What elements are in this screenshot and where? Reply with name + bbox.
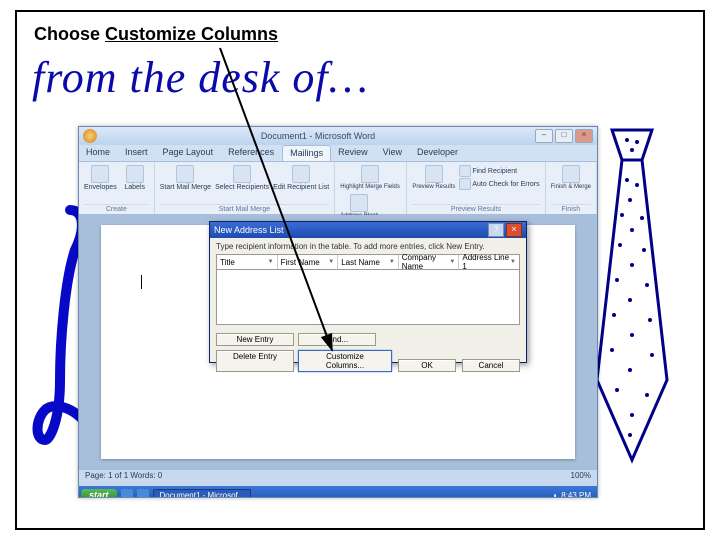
group-label-start-mail-merge: Start Mail Merge — [160, 204, 329, 213]
dropdown-icon: ▼ — [449, 259, 455, 265]
address-grid[interactable] — [216, 270, 520, 325]
auto-check-button[interactable]: Auto Check for Errors — [459, 178, 539, 190]
quicklaunch-icon[interactable] — [137, 489, 149, 498]
status-left: Page: 1 of 1 Words: 0 — [85, 471, 162, 485]
tab-home[interactable]: Home — [79, 145, 118, 161]
labels-button[interactable]: Labels — [121, 165, 149, 191]
finish-merge-button[interactable]: Finish & Merge — [551, 165, 591, 190]
customize-columns-button[interactable]: Customize Columns... — [298, 350, 392, 372]
word-window: Document1 - Microsoft Word – □ × Home In… — [78, 126, 598, 498]
word-titlebar[interactable]: Document1 - Microsoft Word – □ × — [79, 127, 597, 145]
column-first-name[interactable]: First Name▼ — [278, 255, 339, 269]
dropdown-icon: ▼ — [510, 259, 516, 265]
dialog-help-button[interactable]: ? — [488, 223, 504, 237]
envelope-icon — [91, 165, 109, 183]
dialog-title: New Address List — [214, 225, 488, 235]
find-button[interactable]: Find... — [298, 333, 376, 346]
mail-merge-icon — [176, 165, 194, 183]
column-title[interactable]: Title▼ — [217, 255, 278, 269]
edit-recipient-list-button[interactable]: Edit Recipient List — [273, 165, 329, 191]
dropdown-icon: ▼ — [328, 259, 334, 265]
minimize-button[interactable]: – — [535, 129, 553, 143]
ribbon-group-preview: Preview Results Find Recipient Auto Chec… — [407, 162, 545, 214]
cancel-button[interactable]: Cancel — [462, 359, 520, 372]
instruction-prefix: Choose — [34, 24, 105, 44]
system-tray[interactable]: ◐ 8:43 PM — [549, 491, 595, 499]
column-last-name[interactable]: Last Name▼ — [338, 255, 399, 269]
document-area[interactable]: New Address List ? × Type recipient info… — [79, 215, 597, 469]
group-label-finish: Finish — [551, 204, 591, 213]
dialog-titlebar[interactable]: New Address List ? × — [210, 222, 526, 238]
envelopes-button[interactable]: Envelopes — [84, 165, 117, 191]
status-bar: Page: 1 of 1 Words: 0 100% — [79, 469, 597, 486]
start-mail-merge-button[interactable]: Start Mail Merge — [160, 165, 211, 191]
office-button-icon[interactable] — [83, 129, 97, 143]
column-company[interactable]: Company Name▼ — [399, 255, 460, 269]
ribbon-tabs: Home Insert Page Layout References Maili… — [79, 145, 597, 162]
edit-list-icon — [292, 165, 310, 183]
dropdown-icon: ▼ — [389, 259, 395, 265]
preview-icon — [425, 165, 443, 183]
labels-icon — [126, 165, 144, 183]
address-icon — [350, 194, 368, 212]
tab-view[interactable]: View — [376, 145, 410, 161]
instruction-emphasis: Customize Columns — [105, 24, 278, 44]
ribbon-group-create: Envelopes Labels Create — [79, 162, 155, 214]
dropdown-icon: ▼ — [268, 259, 274, 265]
recipients-icon — [233, 165, 251, 183]
new-address-list-dialog: New Address List ? × Type recipient info… — [209, 221, 527, 363]
ok-button[interactable]: OK — [398, 359, 456, 372]
windows-taskbar: start Document1 - Microsof... ◐ 8:43 PM — [79, 486, 597, 498]
tab-references[interactable]: References — [221, 145, 282, 161]
quicklaunch-icon[interactable] — [121, 489, 133, 498]
check-icon — [459, 178, 471, 190]
ribbon-group-write-insert: Highlight Merge Fields Address Block Gre… — [335, 162, 407, 214]
tray-time: 8:43 PM — [561, 491, 591, 499]
desk-banner: from the desk of… — [32, 52, 369, 103]
group-label-preview: Preview Results — [412, 204, 539, 213]
status-zoom[interactable]: 100% — [571, 471, 591, 485]
tab-insert[interactable]: Insert — [118, 145, 156, 161]
finish-icon — [562, 165, 580, 183]
dialog-instruction: Type recipient information in the table.… — [216, 242, 520, 251]
instruction-text: Choose Customize Columns — [34, 24, 278, 45]
column-headers-row: Title▼ First Name▼ Last Name▼ Company Na… — [216, 254, 520, 270]
dialog-close-button[interactable]: × — [506, 223, 522, 237]
preview-results-button[interactable]: Preview Results — [412, 165, 455, 190]
highlight-icon — [361, 165, 379, 183]
word-title: Document1 - Microsoft Word — [101, 131, 535, 141]
find-recipient-button[interactable]: Find Recipient — [459, 165, 539, 177]
start-button[interactable]: start — [81, 489, 117, 498]
tab-developer[interactable]: Developer — [410, 145, 466, 161]
text-cursor — [141, 275, 142, 289]
tab-mailings[interactable]: Mailings — [282, 145, 331, 161]
find-icon — [459, 165, 471, 177]
new-entry-button[interactable]: New Entry — [216, 333, 294, 346]
column-address1[interactable]: Address Line 1▼ — [459, 255, 519, 269]
highlight-fields-button[interactable]: Highlight Merge Fields — [340, 165, 400, 190]
group-label-create: Create — [84, 204, 149, 213]
close-button[interactable]: × — [575, 129, 593, 143]
select-recipients-button[interactable]: Select Recipients — [215, 165, 269, 191]
delete-entry-button[interactable]: Delete Entry — [216, 350, 294, 372]
tray-icon[interactable]: ◐ — [553, 491, 558, 499]
maximize-button[interactable]: □ — [555, 129, 573, 143]
tab-review[interactable]: Review — [331, 145, 376, 161]
tab-page-layout[interactable]: Page Layout — [156, 145, 222, 161]
ribbon-group-start-mail-merge: Start Mail Merge Select Recipients Edit … — [155, 162, 335, 214]
ribbon: Envelopes Labels Create Start Mail Merge… — [79, 162, 597, 215]
taskbar-item-word[interactable]: Document1 - Microsof... — [153, 489, 252, 499]
ribbon-group-finish: Finish & Merge Finish — [546, 162, 597, 214]
